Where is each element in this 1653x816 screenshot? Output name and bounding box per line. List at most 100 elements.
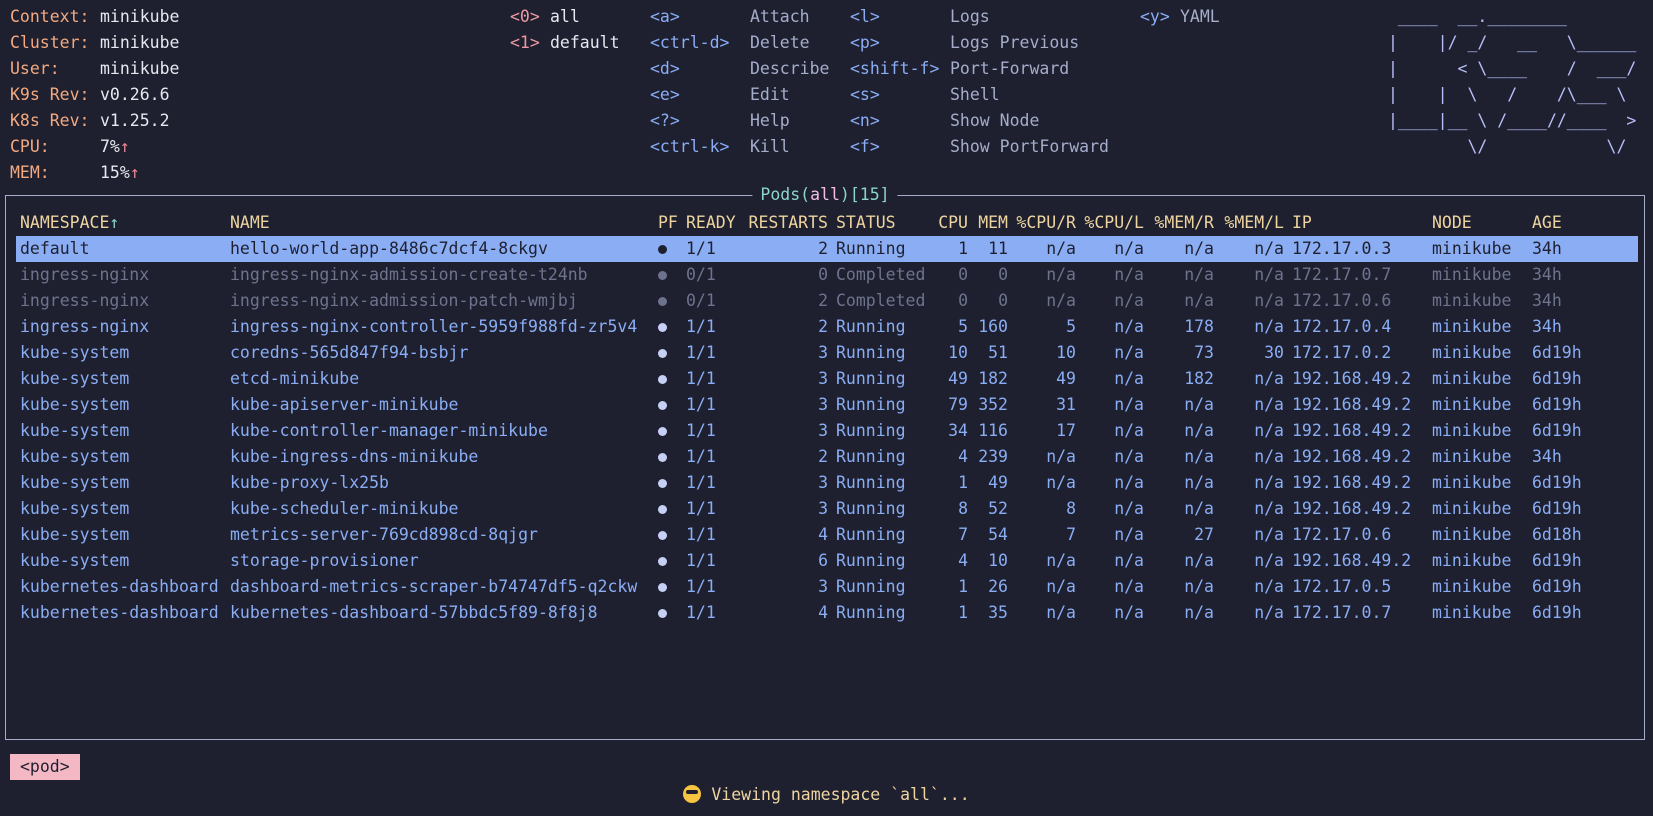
column-header-mem[interactable]: MEM <box>972 210 1012 236</box>
keybinding-label: Edit <box>750 85 790 104</box>
column-header-mem-l[interactable]: %MEM/L <box>1218 210 1288 236</box>
table-row[interactable]: kube-system kube-ingress-dns-minikube 1/1 2… <box>16 444 1638 470</box>
table-cell: 1/1 <box>686 603 716 622</box>
table-cell: ingress-nginx <box>20 265 150 284</box>
context-value: v1.25.2 <box>100 111 170 130</box>
table-row[interactable]: kube-system kube-controller-manager-minik… <box>16 418 1638 444</box>
keybinding-key: <e> <box>650 85 680 104</box>
table-cell: n/a <box>1114 369 1144 388</box>
table-cell: 6d19h <box>1532 473 1582 492</box>
table-row[interactable]: ingress-nginx ingress-nginx-admission-pat… <box>16 288 1638 314</box>
table-cell: 1/1 <box>686 447 716 466</box>
context-key: K8s Rev: <box>10 111 90 130</box>
column-header-ready[interactable]: READY <box>682 210 742 236</box>
keybinding-item[interactable]: <d> Describe <box>650 56 829 82</box>
column-header-label: %CPU/L <box>1084 213 1144 232</box>
column-header-namespace[interactable]: NAMESPACE↑ <box>16 210 226 236</box>
column-header-node[interactable]: NODE <box>1428 210 1528 236</box>
table-cell: 0 <box>958 291 968 310</box>
table-row[interactable]: kubernetes-dashboard kubernetes-dashboard… <box>16 600 1638 626</box>
namespace-shortcuts: <0> all <1> default <box>510 4 620 56</box>
table-row[interactable]: kubernetes-dashboard dashboard-metrics-sc… <box>16 574 1638 600</box>
column-header-cpu-l[interactable]: %CPU/L <box>1080 210 1148 236</box>
column-header-cpu[interactable]: CPU <box>932 210 972 236</box>
table-cell: 10 <box>988 551 1008 570</box>
keybindings-col1: <a> Attach <ctrl-d> Delete <d> Describe <e> Edi… <box>650 4 829 160</box>
table-row[interactable]: kube-system kube-apiserver-minikube 1/1 3 Ru… <box>16 392 1638 418</box>
table-cell: 1/1 <box>686 577 716 596</box>
table-row[interactable]: kube-system coredns-565d847f94-bsbjr 1/1 3 R… <box>16 340 1638 366</box>
keybinding-item[interactable]: <p> Logs Previous <box>850 30 1109 56</box>
table-row[interactable]: kube-system storage-provisioner 1/1 6 Runnin… <box>16 548 1638 574</box>
column-header-mem-r[interactable]: %MEM/R <box>1148 210 1218 236</box>
keybinding-item[interactable]: <l> Logs <box>850 4 1109 30</box>
table-cell: minikube <box>1432 265 1512 284</box>
keybinding-item[interactable]: <?> Help <box>650 108 829 134</box>
keybinding-item[interactable]: <ctrl-d> Delete <box>650 30 829 56</box>
status-dot-icon <box>658 427 667 436</box>
pods-table[interactable]: NAMESPACE↑ NAME PF READY RESTARTS STATUS CPU ME… <box>16 210 1638 626</box>
column-header-cpu-r[interactable]: %CPU/R <box>1012 210 1080 236</box>
column-header-age[interactable]: AGE <box>1528 210 1638 236</box>
keybinding-label: Logs <box>950 7 990 26</box>
context-key: User: <box>10 59 60 78</box>
header: Context: minikube Cluster: minikube User: min… <box>0 4 1653 184</box>
table-cell: n/a <box>1114 395 1144 414</box>
column-header-label: MEM <box>978 213 1008 232</box>
table-cell: 172.17.0.7 <box>1292 265 1392 284</box>
table-row[interactable]: kube-system kube-scheduler-minikube 1/1 3 Ru… <box>16 496 1638 522</box>
column-header-label: CPU <box>938 213 968 232</box>
keybinding-key: <f> <box>850 137 880 156</box>
table-row[interactable]: ingress-nginx ingress-nginx-controller-59… <box>16 314 1638 340</box>
table-cell: etcd-minikube <box>230 369 360 388</box>
table-row[interactable]: default hello-world-app-8486c7dcf4-8ckgv 1… <box>16 236 1638 262</box>
keybinding-item[interactable]: <shift-f> Port-Forward <box>850 56 1109 82</box>
table-cell: 239 <box>978 447 1008 466</box>
table-cell: 3 <box>818 473 828 492</box>
table-cell: 1/1 <box>686 473 716 492</box>
table-cell: 2 <box>742 236 832 262</box>
keybinding-item[interactable]: <e> Edit <box>650 82 829 108</box>
table-row[interactable]: ingress-nginx ingress-nginx-admission-cre… <box>16 262 1638 288</box>
status-message: Viewing namespace `all`... <box>711 785 970 804</box>
status-dot-icon <box>658 401 667 410</box>
keybinding-item[interactable]: <y> YAML <box>1140 4 1220 30</box>
column-header-name[interactable]: NAME <box>226 210 654 236</box>
table-cell: n/a <box>1148 236 1218 262</box>
context-row: User: minikube <box>10 56 179 82</box>
column-header-status[interactable]: STATUS <box>832 210 932 236</box>
table-title-count: 15 <box>859 185 880 204</box>
namespace-shortcut[interactable]: <0> all <box>510 4 620 30</box>
table-cell: 2 <box>818 447 828 466</box>
keybinding-item[interactable]: <n> Show Node <box>850 108 1109 134</box>
table-row[interactable]: kube-system metrics-server-769cd898cd-8qj… <box>16 522 1638 548</box>
column-header-label: AGE <box>1532 213 1562 232</box>
table-cell: n/a <box>1114 525 1144 544</box>
column-header-label: READY <box>686 213 736 232</box>
table-cell: 192.168.49.2 <box>1292 551 1412 570</box>
table-cell: n/a <box>1184 265 1214 284</box>
table-cell: 1 <box>958 577 968 596</box>
table-cell: 6d19h <box>1532 369 1582 388</box>
table-row[interactable]: kube-system etcd-minikube 1/1 3 Running 49 182… <box>16 366 1638 392</box>
keybinding-label: Show Node <box>950 111 1040 130</box>
column-header-ip[interactable]: IP <box>1288 210 1428 236</box>
table-cell: Running <box>836 317 906 336</box>
keybinding-item[interactable]: <f> Show PortForward <box>850 134 1109 160</box>
column-header-pf[interactable]: PF <box>654 210 682 236</box>
pf-cell <box>654 600 682 626</box>
keybinding-item[interactable]: <a> Attach <box>650 4 829 30</box>
status-dot-icon <box>658 531 667 540</box>
keybinding-item[interactable]: <s> Shell <box>850 82 1109 108</box>
breadcrumb[interactable]: <pod> <box>10 754 80 780</box>
table-cell: Running <box>836 395 906 414</box>
table-cell: n/a <box>1046 447 1076 466</box>
column-header-restarts[interactable]: RESTARTS <box>742 210 832 236</box>
column-header-label: %CPU/R <box>1016 213 1076 232</box>
keybinding-item[interactable]: <ctrl-k> Kill <box>650 134 829 160</box>
table-cell: 172.17.0.7 <box>1292 603 1392 622</box>
namespace-shortcut[interactable]: <1> default <box>510 30 620 56</box>
table-cell: n/a <box>1254 395 1284 414</box>
table-row[interactable]: kube-system kube-proxy-lx25b 1/1 3 Running 1 4… <box>16 470 1638 496</box>
status-dot-icon <box>658 453 667 462</box>
